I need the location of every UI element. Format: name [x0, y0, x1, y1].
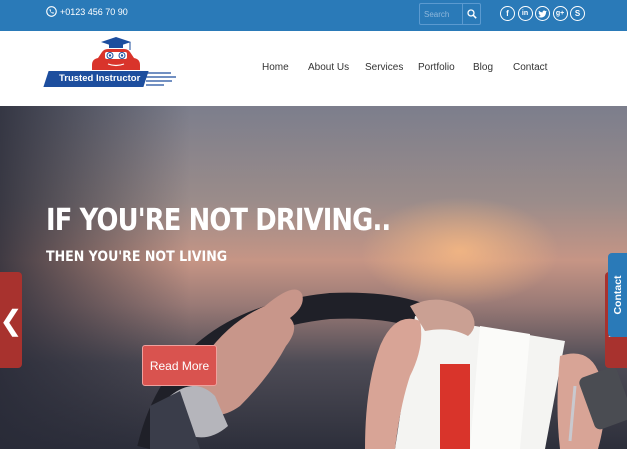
phone-icon — [46, 6, 57, 17]
nav-about-us[interactable]: About Us — [308, 62, 349, 73]
nav-services[interactable]: Services — [365, 62, 403, 73]
hero-subtitle: THEN YOU'RE NOT LIVING — [46, 249, 228, 265]
search-input[interactable] — [420, 4, 462, 24]
phone-contact: +0123 456 70 90 — [46, 6, 128, 17]
site-logo[interactable]: Trusted Instructor — [43, 37, 178, 93]
social-links: f in g+ S — [500, 6, 588, 21]
slider-prev-button[interactable]: ❮ — [0, 272, 23, 368]
nav-contact[interactable]: Contact — [513, 62, 547, 73]
chevron-left-icon: ❮ — [0, 304, 23, 336]
search-box — [419, 3, 481, 25]
google-plus-icon[interactable]: g+ — [552, 6, 568, 21]
twitter-icon[interactable] — [535, 6, 550, 21]
contact-side-tab[interactable]: Contact — [608, 253, 627, 337]
hero-slider: IF YOU'RE NOT DRIVING.. THEN YOU'RE NOT … — [0, 106, 627, 449]
hero-title: IF YOU'RE NOT DRIVING.. — [46, 203, 391, 238]
contact-tab-label: Contact — [611, 275, 624, 315]
nav-portfolio[interactable]: Portfolio — [418, 62, 455, 73]
linkedin-icon[interactable]: in — [517, 6, 533, 21]
nav-blog[interactable]: Blog — [473, 62, 493, 73]
read-more-button[interactable]: Read More — [142, 345, 217, 386]
search-button[interactable] — [462, 4, 480, 24]
nav-home[interactable]: Home — [262, 62, 289, 73]
hero-image-driver — [137, 289, 627, 449]
phone-number: +0123 456 70 90 — [60, 6, 128, 17]
facebook-icon[interactable]: f — [500, 6, 515, 21]
skype-icon[interactable]: S — [570, 6, 585, 21]
top-bar: +0123 456 70 90 f in g+ S — [0, 0, 627, 31]
site-header: Trusted Instructor Home About Us Service… — [0, 31, 627, 106]
search-icon — [466, 9, 477, 19]
logo-text: Trusted Instructor — [59, 73, 141, 84]
